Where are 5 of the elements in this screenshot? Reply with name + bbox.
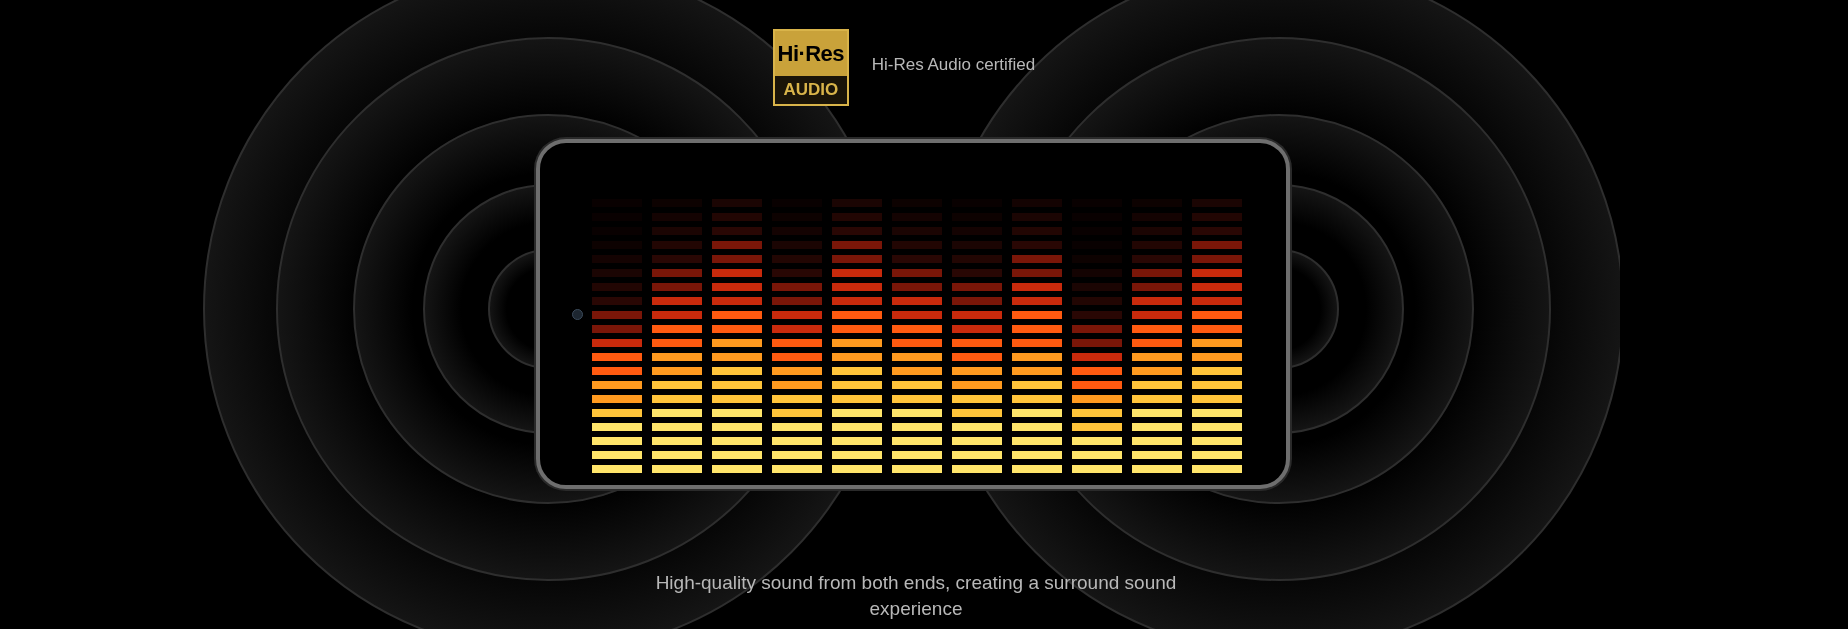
logo-text: AUDIO	[774, 76, 847, 104]
caption-text: High-quality sound from both ends, creating a surround sound experience	[654, 571, 1178, 621]
camera-icon	[572, 308, 583, 320]
logo-text: Hi·Res	[776, 39, 845, 68]
certification-label: Hi-Res Audio certified	[871, 53, 1036, 76]
